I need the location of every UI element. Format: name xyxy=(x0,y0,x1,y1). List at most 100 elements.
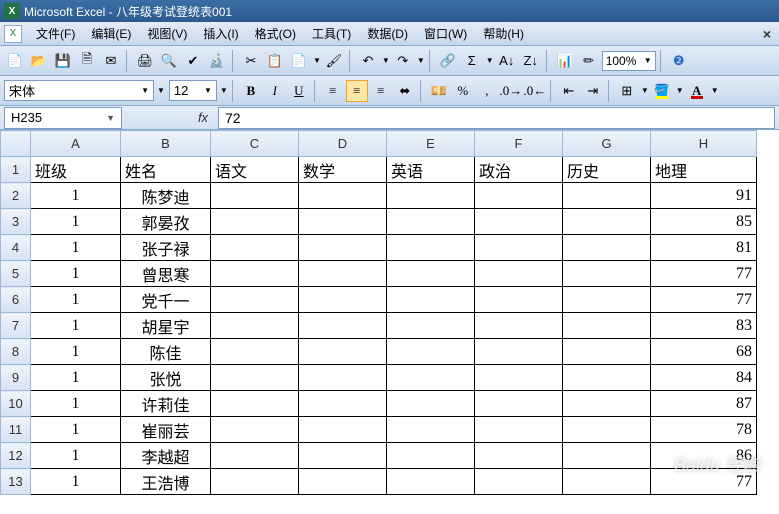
document-icon[interactable]: X xyxy=(4,25,22,43)
cell[interactable] xyxy=(387,365,475,391)
cell[interactable] xyxy=(387,287,475,313)
open-icon[interactable]: 📂 xyxy=(28,50,50,72)
cell[interactable] xyxy=(563,365,651,391)
cell[interactable] xyxy=(387,339,475,365)
copy-icon[interactable]: 📋 xyxy=(264,50,286,72)
cell[interactable] xyxy=(299,183,387,209)
menu-window[interactable]: 窗口(W) xyxy=(416,22,475,45)
email-icon[interactable]: ✉ xyxy=(100,50,122,72)
help-icon[interactable]: ❷ xyxy=(668,50,690,72)
cell[interactable]: 班级 xyxy=(31,157,121,183)
cell[interactable] xyxy=(299,287,387,313)
font-dropdown[interactable]: ▼ xyxy=(157,86,165,95)
cell[interactable] xyxy=(387,443,475,469)
cell[interactable] xyxy=(563,261,651,287)
cell[interactable] xyxy=(563,209,651,235)
cell[interactable]: 崔丽芸 xyxy=(121,417,211,443)
cell[interactable] xyxy=(387,391,475,417)
cell[interactable]: 曾思寒 xyxy=(121,261,211,287)
hyperlink-icon[interactable]: 🔗 xyxy=(437,50,459,72)
cell[interactable] xyxy=(475,469,563,495)
cell[interactable] xyxy=(211,183,299,209)
cell[interactable] xyxy=(475,391,563,417)
cell[interactable] xyxy=(211,365,299,391)
cell[interactable] xyxy=(475,183,563,209)
cell[interactable]: 83 xyxy=(651,313,757,339)
sort-asc-icon[interactable]: A↓ xyxy=(496,50,518,72)
row-header[interactable]: 10 xyxy=(1,391,31,417)
italic-button[interactable]: I xyxy=(264,80,286,102)
cell[interactable] xyxy=(475,235,563,261)
menu-edit[interactable]: 编辑(E) xyxy=(83,22,139,45)
cell[interactable] xyxy=(475,287,563,313)
row-header[interactable]: 1 xyxy=(1,157,31,183)
cell[interactable]: 1 xyxy=(31,339,121,365)
row-header[interactable]: 13 xyxy=(1,469,31,495)
cell[interactable] xyxy=(211,261,299,287)
cell[interactable] xyxy=(387,313,475,339)
menu-format[interactable]: 格式(O) xyxy=(247,22,304,45)
cell[interactable]: 78 xyxy=(651,417,757,443)
cell[interactable]: 地理 xyxy=(651,157,757,183)
cell[interactable] xyxy=(563,469,651,495)
cell[interactable]: 1 xyxy=(31,443,121,469)
cell[interactable]: 党千一 xyxy=(121,287,211,313)
row-header[interactable]: 8 xyxy=(1,339,31,365)
cell[interactable]: 历史 xyxy=(563,157,651,183)
cell[interactable] xyxy=(563,183,651,209)
sort-desc-icon[interactable]: Z↓ xyxy=(520,50,542,72)
cell[interactable]: 68 xyxy=(651,339,757,365)
cell[interactable] xyxy=(211,235,299,261)
fx-button[interactable]: fx xyxy=(192,110,214,125)
formula-input[interactable]: 72 xyxy=(218,107,775,129)
worksheet-grid[interactable]: A B C D E F G H 1 班级 姓名 语文 数学 英语 政治 历史 地… xyxy=(0,130,779,495)
col-header-h[interactable]: H xyxy=(651,131,757,157)
cell[interactable]: 张悦 xyxy=(121,365,211,391)
font-color-button[interactable]: A xyxy=(686,80,708,102)
cell[interactable] xyxy=(475,365,563,391)
col-header-g[interactable]: G xyxy=(563,131,651,157)
research-icon[interactable]: 🔬 xyxy=(206,50,228,72)
menu-tools[interactable]: 工具(T) xyxy=(304,22,359,45)
col-header-a[interactable]: A xyxy=(31,131,121,157)
cell[interactable]: 1 xyxy=(31,209,121,235)
cut-icon[interactable]: ✂ xyxy=(240,50,262,72)
cell[interactable]: 张子禄 xyxy=(121,235,211,261)
cell[interactable]: 77 xyxy=(651,469,757,495)
zoom-input[interactable]: 100%▼ xyxy=(602,51,656,71)
cell[interactable] xyxy=(475,339,563,365)
cell[interactable]: 1 xyxy=(31,183,121,209)
bold-button[interactable]: B xyxy=(240,80,262,102)
undo-icon[interactable]: ↶ xyxy=(357,50,379,72)
row-header[interactable]: 2 xyxy=(1,183,31,209)
cell[interactable]: 1 xyxy=(31,235,121,261)
align-right-button[interactable]: ≡ xyxy=(370,80,392,102)
cell[interactable] xyxy=(475,313,563,339)
cell[interactable]: 胡星宇 xyxy=(121,313,211,339)
cell[interactable] xyxy=(211,209,299,235)
cell[interactable] xyxy=(211,339,299,365)
decrease-indent-button[interactable]: ⇤ xyxy=(558,80,580,102)
undo-dropdown[interactable]: ▼ xyxy=(382,56,390,65)
chart-icon[interactable]: 📊 xyxy=(554,50,576,72)
percent-button[interactable]: % xyxy=(452,80,474,102)
cell[interactable]: 政治 xyxy=(475,157,563,183)
spelling-icon[interactable]: ✔ xyxy=(182,50,204,72)
cell[interactable]: 陈佳 xyxy=(121,339,211,365)
cell[interactable]: 英语 xyxy=(387,157,475,183)
redo-dropdown[interactable]: ▼ xyxy=(417,56,425,65)
borders-dropdown[interactable]: ▼ xyxy=(641,86,649,95)
cell[interactable]: 1 xyxy=(31,391,121,417)
cell[interactable] xyxy=(475,417,563,443)
cell[interactable] xyxy=(387,183,475,209)
autosum-dropdown[interactable]: ▼ xyxy=(486,56,494,65)
col-header-d[interactable]: D xyxy=(299,131,387,157)
cell[interactable] xyxy=(299,417,387,443)
cell[interactable] xyxy=(299,339,387,365)
row-header[interactable]: 5 xyxy=(1,261,31,287)
cell[interactable] xyxy=(299,261,387,287)
cell[interactable]: 1 xyxy=(31,261,121,287)
print-icon[interactable]: 🖨 xyxy=(134,50,156,72)
cell[interactable] xyxy=(563,417,651,443)
cell[interactable] xyxy=(475,209,563,235)
